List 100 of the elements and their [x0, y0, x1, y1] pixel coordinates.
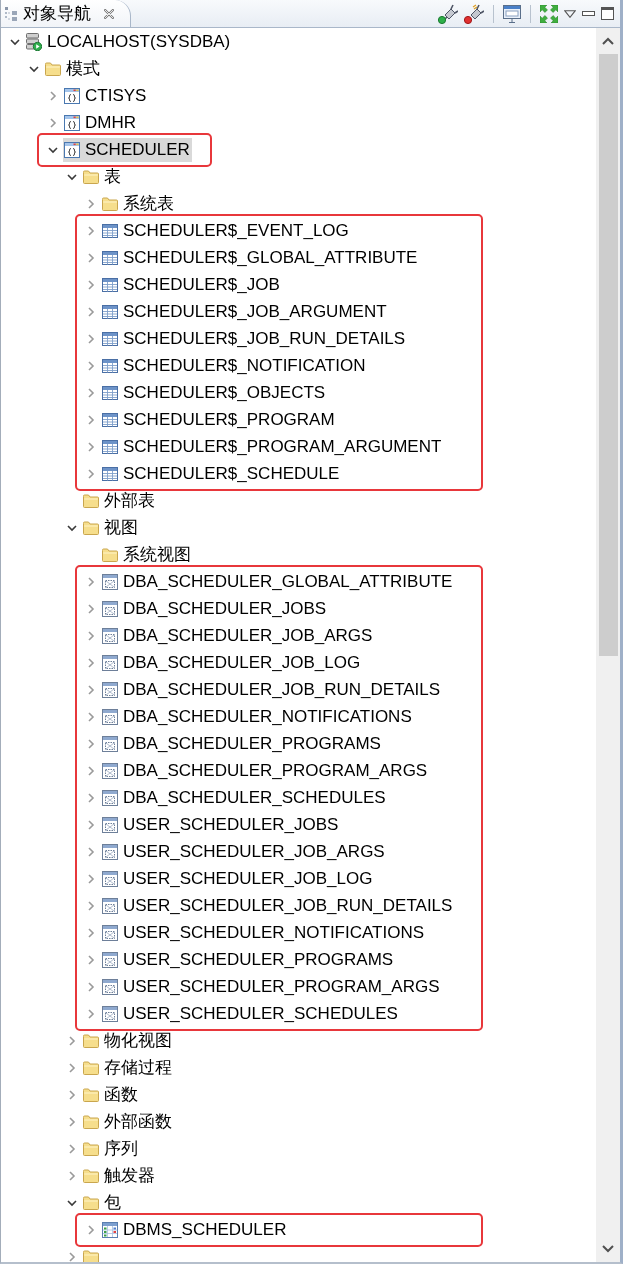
chevron-right-icon[interactable]	[85, 386, 97, 399]
tree-item[interactable]: 触发器	[82, 1163, 157, 1188]
tree-item[interactable]: DBA_SCHEDULER_PROGRAM_ARGS	[101, 758, 430, 783]
chevron-right-icon[interactable]	[85, 1223, 97, 1236]
triangle-menu-icon[interactable]	[564, 9, 576, 18]
tree-item[interactable]: SCHEDULER	[63, 137, 192, 162]
tree-item[interactable]: 函数	[82, 1082, 140, 1107]
chevron-right-icon[interactable]	[85, 818, 97, 831]
tree-item[interactable]: USER_SCHEDULER_JOB_LOG	[101, 866, 375, 891]
chevron-right-icon[interactable]	[85, 602, 97, 615]
tree-item[interactable]: DBA_SCHEDULER_JOBS	[101, 596, 329, 621]
tree-item[interactable]: DBA_SCHEDULER_JOB_RUN_DETAILS	[101, 677, 443, 702]
tree-item[interactable]: USER_SCHEDULER_JOBS	[101, 812, 341, 837]
tree-item[interactable]: USER_SCHEDULER_SCHEDULES	[101, 1001, 400, 1026]
chevron-right-icon[interactable]	[85, 629, 97, 642]
tree-item[interactable]: 模式	[44, 56, 102, 81]
chevron-right-icon[interactable]	[85, 953, 97, 966]
tree-item[interactable]: CTISYS	[63, 83, 149, 108]
tree-item[interactable]: USER_SCHEDULER_PROGRAM_ARGS	[101, 974, 442, 999]
chevron-right-icon[interactable]	[85, 251, 97, 264]
tree-item[interactable]: 物化视图	[82, 1028, 174, 1053]
tree-item[interactable]: SCHEDULER$_JOB_RUN_DETAILS	[101, 326, 408, 351]
tree-item[interactable]: DBA_SCHEDULER_JOB_ARGS	[101, 623, 375, 648]
chevron-right-icon[interactable]	[85, 305, 97, 318]
tree-item[interactable]: SCHEDULER$_PROGRAM_ARGUMENT	[101, 434, 444, 459]
expand-arrows-icon[interactable]	[540, 4, 558, 23]
tree-item[interactable]: SCHEDULER$_GLOBAL_ATTRIBUTE	[101, 245, 420, 270]
scrollbar-thumb[interactable]	[598, 54, 618, 656]
monitor-icon[interactable]	[503, 4, 521, 23]
tree-item[interactable]: DBA_SCHEDULER_JOB_LOG	[101, 650, 363, 675]
tree-item[interactable]: DBA_SCHEDULER_GLOBAL_ATTRIBUTE	[101, 569, 455, 594]
tree-item[interactable]: DBA_SCHEDULER_NOTIFICATIONS	[101, 704, 414, 729]
tree-item[interactable]: USER_SCHEDULER_JOB_ARGS	[101, 839, 387, 864]
chevron-right-icon[interactable]	[85, 224, 97, 237]
tree-item[interactable]: 序列	[82, 1136, 140, 1161]
chevron-right-icon[interactable]	[85, 359, 97, 372]
chevron-right-icon[interactable]	[85, 980, 97, 993]
chevron-right-icon[interactable]	[47, 116, 59, 129]
chevron-right-icon[interactable]	[85, 440, 97, 453]
tree-item[interactable]: SCHEDULER$_EVENT_LOG	[101, 218, 351, 243]
chevron-right-icon[interactable]	[66, 1142, 78, 1155]
dashed-table-icon	[102, 870, 118, 887]
chevron-right-icon[interactable]	[85, 278, 97, 291]
scroll-down-icon[interactable]	[602, 1245, 614, 1253]
tree-item[interactable]: USER_SCHEDULER_JOB_RUN_DETAILS	[101, 893, 455, 918]
vertical-scrollbar[interactable]	[596, 28, 620, 1262]
folder-icon	[83, 1114, 99, 1129]
chevron-right-icon[interactable]	[85, 467, 97, 480]
tree-item[interactable]: SCHEDULER$_OBJECTS	[101, 380, 328, 405]
tree-item[interactable]: 系统视图	[101, 542, 193, 567]
chevron-right-icon[interactable]	[66, 1250, 78, 1262]
chevron-right-icon[interactable]	[85, 332, 97, 345]
tree-item[interactable]: SCHEDULER$_JOB_ARGUMENT	[101, 299, 389, 324]
tree-item[interactable]: LOCALHOST(SYSDBA)	[25, 29, 233, 54]
chevron-right-icon[interactable]	[85, 737, 97, 750]
minimize-icon[interactable]	[582, 11, 595, 16]
tree-item[interactable]: 存储过程	[82, 1055, 174, 1080]
chevron-right-icon[interactable]	[85, 845, 97, 858]
plug-icon[interactable]	[464, 3, 484, 24]
chevron-right-icon[interactable]	[85, 413, 97, 426]
tree-item[interactable]: 外部函数	[82, 1109, 174, 1134]
chevron-right-icon[interactable]	[85, 656, 97, 669]
table-icon	[102, 439, 118, 454]
tree-item[interactable]: 表	[82, 164, 123, 189]
tree-item[interactable]: SCHEDULER$_PROGRAM	[101, 407, 337, 432]
chevron-right-icon[interactable]	[66, 1115, 78, 1128]
tree-item[interactable]: 系统表	[101, 191, 176, 216]
chevron-right-icon[interactable]	[85, 872, 97, 885]
chevron-right-icon[interactable]	[85, 791, 97, 804]
chevron-right-icon[interactable]	[85, 710, 97, 723]
tree-item[interactable]: USER_SCHEDULER_NOTIFICATIONS	[101, 920, 426, 945]
tree-item[interactable]: 包	[82, 1190, 123, 1215]
chevron-right-icon[interactable]	[85, 1007, 97, 1020]
tree-item[interactable]: DMHR	[63, 110, 138, 135]
tree-item[interactable]: 视图	[82, 515, 140, 540]
chevron-right-icon[interactable]	[66, 1061, 78, 1074]
tree-item[interactable]: DBA_SCHEDULER_PROGRAMS	[101, 731, 383, 756]
tree-item[interactable]: USER_SCHEDULER_PROGRAMS	[101, 947, 396, 972]
tree-item[interactable]: SCHEDULER$_JOB	[101, 272, 282, 297]
chevron-right-icon[interactable]	[47, 89, 59, 102]
table-icon	[102, 304, 118, 319]
tree-item[interactable]: DBA_SCHEDULER_SCHEDULES	[101, 785, 388, 810]
chevron-right-icon[interactable]	[66, 1034, 78, 1047]
chevron-right-icon[interactable]	[66, 1169, 78, 1182]
tree-item[interactable]: SCHEDULER$_NOTIFICATION	[101, 353, 368, 378]
tree-item[interactable]: 外部表	[82, 488, 157, 513]
tree-item[interactable]: DBMS_SCHEDULER	[101, 1217, 289, 1242]
scroll-up-icon[interactable]	[602, 37, 614, 45]
panel-tab[interactable]: 对象导航	[1, 0, 131, 27]
close-icon[interactable]	[104, 8, 114, 19]
chevron-right-icon[interactable]	[85, 575, 97, 588]
tree-item[interactable]: SCHEDULER$_SCHEDULE	[101, 461, 342, 486]
chevron-right-icon[interactable]	[85, 899, 97, 912]
chevron-right-icon[interactable]	[85, 197, 97, 210]
maximize-icon[interactable]	[601, 7, 614, 20]
chevron-right-icon[interactable]	[85, 683, 97, 696]
chevron-right-icon[interactable]	[66, 1088, 78, 1101]
chevron-right-icon[interactable]	[85, 764, 97, 777]
chevron-right-icon[interactable]	[85, 926, 97, 939]
plug-icon[interactable]	[438, 3, 458, 24]
